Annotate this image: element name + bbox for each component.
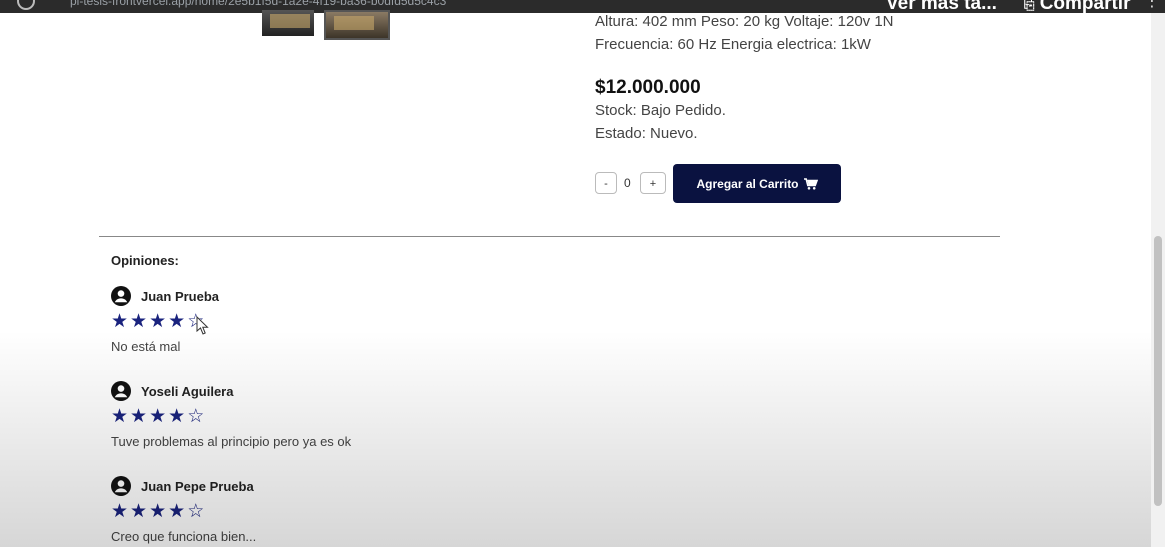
quantity-increase-button[interactable]: + [640, 172, 666, 194]
star-empty-icon[interactable]: ☆ [187, 502, 204, 522]
star-rating: ★ ★ ★ ★ ☆ [111, 407, 711, 427]
quantity-decrease-button[interactable]: - [595, 172, 617, 194]
page-scrollbar[interactable] [1151, 13, 1165, 547]
scrollbar-thumb[interactable] [1154, 236, 1162, 506]
user-avatar-icon [111, 286, 131, 306]
product-thumbnail[interactable] [262, 10, 314, 36]
product-thumbnail-selected[interactable] [324, 10, 390, 40]
section-divider [99, 236, 1000, 237]
review-comment: No está mal [111, 339, 181, 354]
star-filled-icon[interactable]: ★ [130, 407, 147, 427]
reviewer-name: Juan Prueba [141, 288, 220, 304]
reviewer-name: Juan Pepe Prueba [141, 478, 254, 494]
cart-icon [803, 177, 818, 190]
star-filled-icon[interactable]: ★ [111, 312, 128, 332]
reviews-heading: Opiniones: [111, 253, 179, 268]
star-rating: ★ ★ ★ ★ ☆ [111, 502, 711, 522]
quantity-value: 0 [624, 176, 631, 190]
product-price: $12.000.000 [595, 77, 701, 98]
review-comment: Creo que funciona bien... [111, 529, 257, 544]
product-specs-line: Altura: 402 mm Peso: 20 kg Voltaje: 120v… [595, 13, 894, 30]
user-avatar-icon [111, 381, 131, 401]
review-item: Juan Pepe Prueba ★ ★ ★ ★ ☆ Creo que funciona… [111, 475, 711, 544]
mouse-cursor-icon [196, 316, 209, 335]
reload-icon[interactable] [17, 0, 35, 10]
user-avatar-icon [111, 476, 131, 496]
share-label: Compartir [1039, 0, 1131, 13]
star-filled-icon[interactable]: ★ [149, 502, 166, 522]
review-item: Yoseli Aguilera ★ ★ ★ ★ ☆ Tuve problemas al … [111, 380, 711, 449]
star-filled-icon[interactable]: ★ [168, 502, 185, 522]
product-specs-line: Frecuencia: 60 Hz Energia electrica: 1kW [595, 36, 871, 53]
add-to-cart-label: Agregar al Carrito [696, 176, 799, 191]
star-filled-icon[interactable]: ★ [149, 407, 166, 427]
oven-image [270, 14, 310, 28]
more-options-icon[interactable]: ⋮ [1144, 0, 1160, 11]
star-filled-icon[interactable]: ★ [130, 502, 147, 522]
star-filled-icon[interactable]: ★ [111, 502, 128, 522]
star-filled-icon[interactable]: ★ [111, 407, 128, 427]
star-filled-icon[interactable]: ★ [149, 312, 166, 332]
star-filled-icon[interactable]: ★ [130, 312, 147, 332]
product-condition: Estado: Nuevo. [595, 125, 698, 142]
reviewer-name: Yoseli Aguilera [141, 383, 234, 399]
star-filled-icon[interactable]: ★ [168, 407, 185, 427]
share-button[interactable]: ⎘ Compartir [1024, 0, 1130, 13]
star-empty-icon[interactable]: ☆ [187, 407, 204, 427]
share-icon: ⎘ [1024, 0, 1035, 12]
star-filled-icon[interactable]: ★ [168, 312, 185, 332]
oven-image [334, 16, 374, 30]
address-bar[interactable]: pi-tesis-frontvercel.app/home/2e5b1f5d-1… [70, 0, 446, 8]
watch-more-button[interactable]: Ver más ta... [886, 0, 997, 13]
product-stock: Stock: Bajo Pedido. [595, 102, 726, 119]
video-top-bar: pi-tesis-frontvercel.app/home/2e5b1f5d-1… [0, 0, 1165, 13]
review-comment: Tuve problemas al principio pero ya es o… [111, 434, 352, 449]
add-to-cart-button[interactable]: Agregar al Carrito [673, 164, 841, 203]
